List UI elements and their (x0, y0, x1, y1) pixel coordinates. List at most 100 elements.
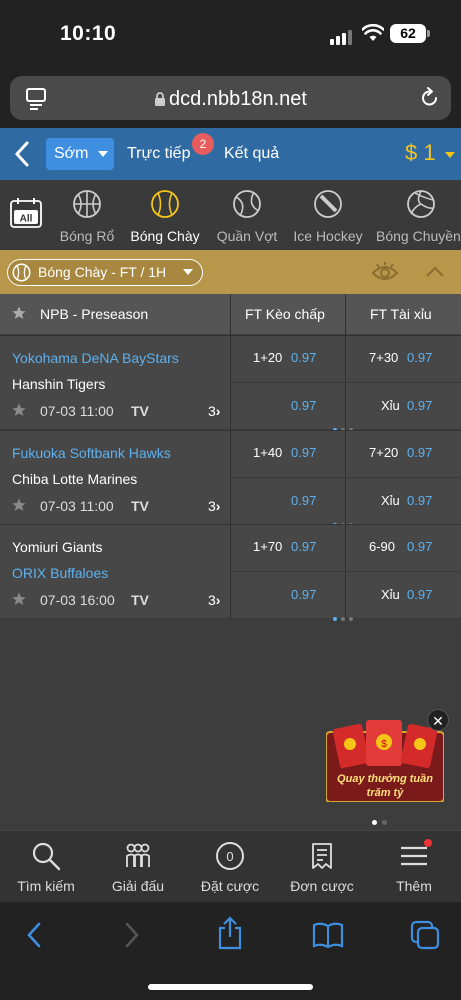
orders-icon (312, 843, 332, 869)
more-markets-button[interactable]: 3› (208, 592, 220, 608)
under-label: Xỉu (381, 493, 400, 508)
star-icon[interactable] (11, 497, 27, 513)
bet-slip-icon: 0 (216, 842, 244, 870)
caret-down-icon (98, 151, 108, 157)
league-header: NPB - Preseason FT Kèo chấp FT Tài xỉu (0, 294, 461, 334)
more-markets-button[interactable]: 3› (208, 498, 220, 514)
match-row[interactable]: Yomiuri Giants ORIX Buffaloes 07-03 16:00 T… (0, 524, 461, 621)
handicap-home-odds[interactable]: 0.97 (291, 445, 316, 460)
caret-down-icon (183, 269, 193, 275)
share-icon[interactable] (216, 916, 244, 950)
promo-text[interactable]: Quay thưởng tuần trăm tỷ (330, 772, 440, 800)
tv-badge: TV (131, 592, 149, 608)
bottom-nav: Tìm kiếm Giải đấu 0 Đặt cược Đơn cược Th… (0, 830, 461, 902)
under-odds[interactable]: 0.97 (407, 398, 432, 413)
column-over-under-header: FT Tài xỉu (370, 306, 432, 322)
sport-tab-label: Bóng Chuyền (376, 228, 461, 244)
balance-caret-icon[interactable] (445, 152, 455, 158)
bookmarks-icon[interactable] (312, 920, 344, 950)
sport-tab-ice-hockey[interactable]: Ice Hockey (289, 186, 367, 248)
handicap-home-odds[interactable]: 0.97 (291, 350, 316, 365)
sport-tab-label: Ice Hockey (293, 228, 363, 244)
match-datetime: 07-03 11:00 (40, 498, 114, 514)
tab-results[interactable]: Kết quả (224, 145, 279, 163)
svg-text:$: $ (381, 739, 387, 750)
back-chevron-icon[interactable] (12, 140, 32, 168)
chevron-up-icon[interactable] (425, 264, 445, 278)
bottom-nav-bet[interactable]: 0 Đặt cược (184, 841, 276, 894)
over-odds[interactable]: 0.97 (407, 350, 432, 365)
reload-icon[interactable] (418, 86, 442, 110)
tv-badge: TV (131, 403, 149, 419)
handicap-line: 1+70 (253, 539, 283, 554)
handicap-away-odds[interactable]: 0.97 (291, 398, 316, 413)
star-icon[interactable] (11, 591, 27, 607)
sport-tab-basketball[interactable]: Bóng Rổ (56, 186, 118, 248)
sport-tab-baseball[interactable]: Bóng Chày (126, 186, 204, 248)
under-odds[interactable]: 0.97 (407, 493, 432, 508)
more-markets-count: 3 (208, 592, 216, 608)
early-label: Sớm (54, 145, 89, 162)
balance[interactable]: $ 1 (405, 140, 436, 166)
league-name: NPB - Preseason (40, 306, 149, 322)
url-label: dcd.nbb18n.net (169, 88, 307, 110)
sport-tab-all[interactable]: All (6, 186, 46, 248)
tab-live[interactable]: Trực tiếp (127, 145, 190, 163)
tabs-icon[interactable] (410, 920, 440, 950)
address-bar[interactable]: dcd.nbb18n.net (10, 76, 451, 120)
away-team[interactable]: Chiba Lotte Marines (12, 471, 137, 487)
market-filter-dropdown[interactable]: Bóng Chày - FT / 1H (7, 259, 203, 286)
bottom-nav-label: Đơn cược (290, 878, 354, 894)
away-team[interactable]: Hanshin Tigers (12, 376, 105, 392)
more-markets-button[interactable]: 3› (208, 403, 220, 419)
under-odds[interactable]: 0.97 (407, 587, 432, 602)
more-markets-count: 3 (208, 403, 216, 419)
lock-icon (155, 92, 166, 106)
notification-dot (424, 839, 432, 847)
chevron-right-icon: › (215, 403, 221, 419)
total-line: 7+20 (369, 445, 399, 460)
bottom-nav-more[interactable]: Thêm (368, 841, 460, 894)
calendar-all-icon: All (10, 198, 42, 228)
match-row[interactable]: Yokohama DeNA BayStars Hanshin Tigers 07-0… (0, 335, 461, 432)
market-filter-label: Bóng Chày - FT / 1H (38, 264, 167, 280)
over-odds[interactable]: 0.97 (407, 445, 432, 460)
bottom-nav-search[interactable]: Tìm kiếm (0, 841, 92, 894)
home-team[interactable]: Yokohama DeNA BayStars (12, 350, 179, 366)
leagues-icon (126, 843, 150, 867)
promo-pager-dots (372, 812, 392, 830)
star-icon[interactable] (11, 402, 27, 418)
bet-count: 0 (226, 849, 233, 864)
wifi-icon (362, 24, 384, 41)
chevron-right-icon: › (215, 592, 221, 608)
bottom-nav-label: Giải đấu (111, 878, 165, 894)
sport-tab-label: Bóng Rổ (59, 228, 115, 244)
away-team[interactable]: ORIX Buffaloes (12, 565, 108, 581)
status-bar: 10:10 62 (0, 0, 461, 70)
hockey-puck-icon (314, 190, 342, 218)
home-team[interactable]: Fukuoka Softbank Hawks (12, 445, 171, 461)
bottom-nav-orders[interactable]: Đơn cược (276, 841, 368, 894)
handicap-away-odds[interactable]: 0.97 (291, 493, 316, 508)
handicap-home-odds[interactable]: 0.97 (291, 539, 316, 554)
tennis-icon (233, 190, 261, 218)
more-markets-count: 3 (208, 498, 216, 514)
bottom-nav-leagues[interactable]: Giải đấu (92, 841, 184, 894)
browser-back-icon[interactable] (24, 920, 44, 950)
sport-tab-label: Quần Vợt (216, 228, 278, 244)
star-icon[interactable] (11, 305, 27, 321)
handicap-away-odds[interactable]: 0.97 (291, 587, 316, 602)
browser-forward-icon[interactable] (122, 920, 142, 950)
match-datetime: 07-03 16:00 (40, 592, 115, 608)
all-label: All (20, 214, 33, 225)
home-team[interactable]: Yomiuri Giants (12, 539, 103, 555)
sport-tab-tennis[interactable]: Quần Vợt (212, 186, 282, 248)
eye-icon[interactable] (371, 262, 399, 284)
close-icon[interactable]: ✕ (427, 709, 449, 731)
url-text[interactable]: dcd.nbb18n.net (10, 88, 451, 111)
battery-indicator: 62 (390, 24, 426, 43)
match-row[interactable]: Fukuoka Softbank Hawks Chiba Lotte Marine… (0, 430, 461, 527)
status-time: 10:10 (60, 22, 117, 45)
sport-tab-volleyball[interactable]: Bóng Chuyền (374, 186, 461, 248)
over-odds[interactable]: 0.97 (407, 539, 432, 554)
